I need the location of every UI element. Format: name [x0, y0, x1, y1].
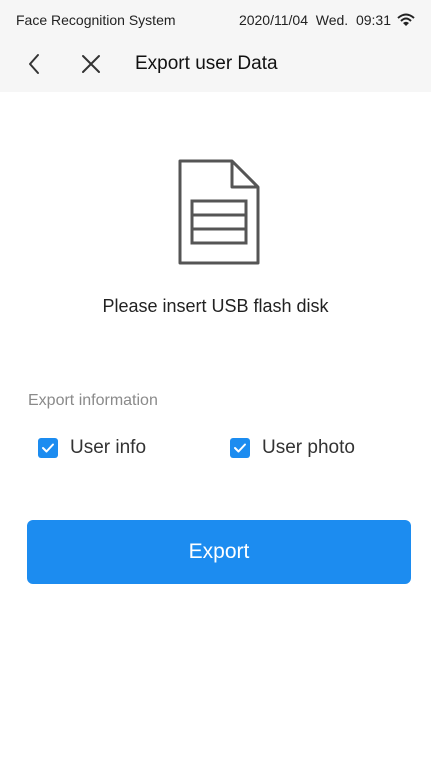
user-photo-label: User photo [262, 437, 355, 458]
close-icon [80, 53, 102, 80]
document-icon [176, 157, 262, 267]
export-button-label: Export [188, 540, 250, 563]
export-info-label: Export information [28, 392, 158, 409]
user-photo-checkbox[interactable]: User photo [230, 437, 355, 459]
status-datetime: 2020/11/04 Wed. 09:31 [238, 12, 391, 28]
status-app-name: Face Recognition System [16, 12, 176, 28]
status-right: 2020/11/04 Wed. 09:31 [239, 12, 415, 28]
back-button[interactable] [18, 50, 50, 82]
page-title: Export user Data [135, 53, 278, 74]
chevron-left-icon [26, 52, 42, 81]
usb-prompt: Please insert USB flash disk [102, 296, 329, 316]
wifi-icon [397, 13, 415, 27]
header: Face Recognition System 2020/11/04 Wed. … [0, 0, 431, 92]
user-info-checkbox[interactable]: User info [38, 437, 146, 459]
checkbox-checked-icon [38, 438, 58, 458]
export-button[interactable]: Export [27, 520, 411, 584]
close-button[interactable] [75, 50, 107, 82]
user-info-label: User info [70, 437, 147, 458]
status-bar: Face Recognition System 2020/11/04 Wed. … [0, 0, 431, 40]
checkbox-checked-icon [230, 438, 250, 458]
nav-bar: Export user Data [0, 44, 431, 88]
